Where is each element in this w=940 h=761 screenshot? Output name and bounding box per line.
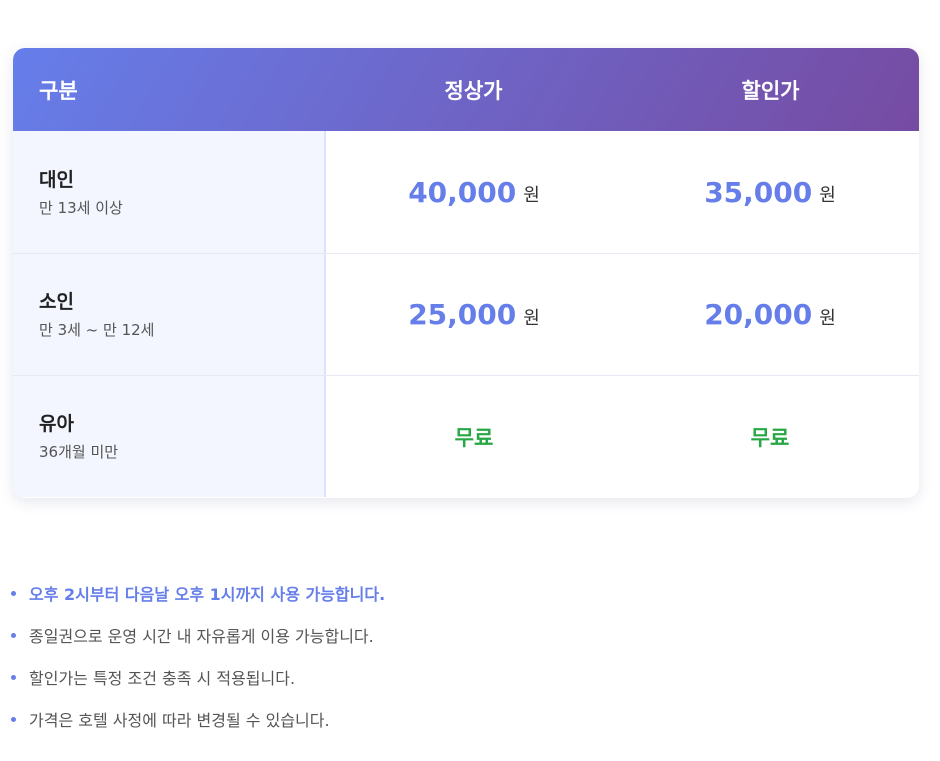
page: 구분 정상가 할인가 대인 만 13세 이상 40,000 원 35,000 원… [0,0,940,761]
list-item: 오후 2시부터 다음날 오후 1시까지 사용 가능합니다. [11,572,385,614]
row-age-range: 만 3세 ~ 만 12세 [39,321,155,339]
header-category: 구분 [39,78,78,103]
discount-price-cell: 20,000 원 [622,254,918,375]
discount-price: 35,000 [704,175,813,209]
regular-price: 25,000 [408,298,517,331]
discount-price-cell: 35,000 원 [622,131,918,253]
row-age-range: 36개월 미만 [39,443,119,461]
header-discount-price: 할인가 [741,78,800,103]
row-label: 유아 36개월 미만 [13,376,326,497]
free-label: 무료 [750,425,790,450]
bullet-dot-icon [11,590,16,596]
row-name: 대인 [39,168,74,191]
regular-price-cell: 25,000 원 [326,254,622,375]
discount-price-cell: 무료 [622,376,918,497]
list-item: 종일권으로 운영 시간 내 자유롭게 이용 가능합니다. [11,614,385,656]
list-item: 할인가는 특정 조건 충족 시 적용됩니다. [11,656,385,698]
header-regular-price: 정상가 [444,78,503,103]
list-item: 가격은 호텔 사정에 따라 변경될 수 있습니다. [11,698,385,740]
notes-list: 오후 2시부터 다음날 오후 1시까지 사용 가능합니다. 종일권으로 운영 시… [11,572,385,740]
regular-price-cell: 무료 [326,376,622,497]
note-text: 오후 2시부터 다음날 오후 1시까지 사용 가능합니다. [29,585,386,604]
row-age-range: 만 13세 이상 [39,198,123,217]
bullet-dot-icon [11,674,16,680]
price-table: 구분 정상가 할인가 대인 만 13세 이상 40,000 원 35,000 원… [13,48,919,498]
note-text: 할인가는 특정 조건 충족 시 적용됩니다. [29,669,296,688]
table-header: 구분 정상가 할인가 [13,48,919,131]
note-text: 종일권으로 운영 시간 내 자유롭게 이용 가능합니다. [29,627,374,646]
currency-unit: 원 [523,185,540,206]
discount-price: 20,000 [704,298,813,331]
regular-price: 40,000 [408,175,517,209]
currency-unit: 원 [819,185,836,206]
note-text: 가격은 호텔 사정에 따라 변경될 수 있습니다. [29,711,330,730]
row-label: 대인 만 13세 이상 [13,131,326,253]
currency-unit: 원 [523,307,540,329]
row-name: 소인 [39,291,74,313]
free-label: 무료 [454,425,494,450]
regular-price-cell: 40,000 원 [326,131,622,253]
row-label: 소인 만 3세 ~ 만 12세 [13,254,326,375]
bullet-dot-icon [11,716,16,722]
table-row-adult: 대인 만 13세 이상 40,000 원 35,000 원 [13,131,919,253]
table-row-child: 소인 만 3세 ~ 만 12세 25,000 원 20,000 원 [13,253,919,375]
table-row-infant: 유아 36개월 미만 무료 무료 [13,375,919,497]
currency-unit: 원 [819,307,836,329]
bullet-dot-icon [11,632,16,638]
row-name: 유아 [39,413,74,435]
